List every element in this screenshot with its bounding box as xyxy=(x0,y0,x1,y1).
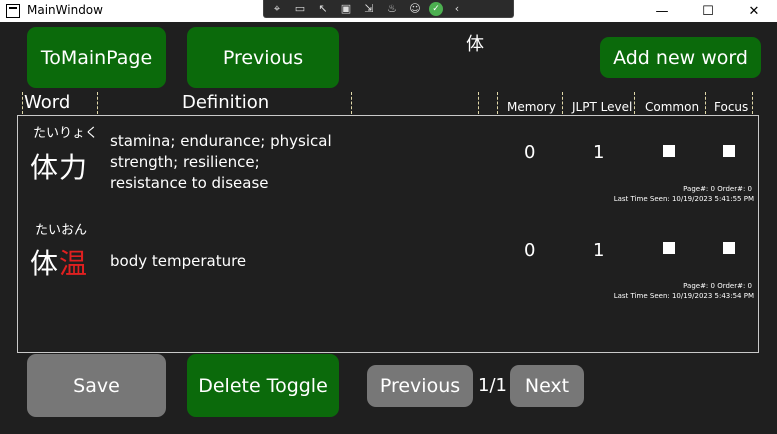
jlpt-level-value: 1 xyxy=(593,240,605,261)
word-reading: たいおん xyxy=(35,223,88,238)
record-icon[interactable]: ▭ xyxy=(291,2,309,16)
column-header-common: Common xyxy=(645,100,700,114)
column-splitter[interactable] xyxy=(705,92,706,114)
layout-adorner-icon[interactable]: ▣ xyxy=(337,2,355,16)
column-header-word: Word xyxy=(24,92,71,113)
delete-toggle-button[interactable]: Delete Toggle xyxy=(187,354,339,417)
maximize-button[interactable]: ☐ xyxy=(685,0,731,22)
common-checkbox[interactable] xyxy=(663,145,675,157)
close-button[interactable]: ✕ xyxy=(731,0,777,22)
current-kanji-title: 体 xyxy=(466,34,484,55)
collapse-icon[interactable]: ‹ xyxy=(448,2,466,16)
column-splitter[interactable] xyxy=(97,92,98,114)
previous-word-button[interactable]: Previous xyxy=(187,27,339,88)
save-button[interactable]: Save xyxy=(27,354,166,417)
to-main-page-button[interactable]: ToMainPage xyxy=(27,27,166,88)
focus-checkbox[interactable] xyxy=(723,242,735,254)
select-element-icon[interactable]: ⌖ xyxy=(268,2,286,16)
word-definition: stamina; endurance; physical strength; r… xyxy=(110,132,332,192)
next-page-button[interactable]: Next xyxy=(510,365,584,407)
memory-value: 0 xyxy=(524,240,536,261)
page-order-info: Page#: 0 Order#: 0 xyxy=(683,282,752,290)
word-definition: body temperature xyxy=(110,252,247,270)
column-splitter[interactable] xyxy=(497,92,498,114)
check-icon[interactable]: ✓ xyxy=(429,1,443,16)
column-header-definition: Definition xyxy=(182,92,270,113)
column-header-memory: Memory xyxy=(507,100,556,114)
column-header-jlpt: JLPT Level xyxy=(572,100,633,114)
window-title: MainWindow xyxy=(27,3,103,17)
app-icon xyxy=(6,4,20,18)
hot-reload-icon[interactable]: ♨ xyxy=(383,2,401,16)
column-splitter[interactable] xyxy=(634,92,635,114)
track-focus-icon[interactable]: ⇲ xyxy=(360,2,378,16)
column-splitter[interactable] xyxy=(22,92,23,114)
previous-page-button[interactable]: Previous xyxy=(367,365,473,407)
pointer-icon[interactable]: ↖ xyxy=(314,2,332,16)
debug-toolbar: ⌖ ▭ ↖ ▣ ⇲ ♨ ☺ ✓ ‹ xyxy=(263,0,514,18)
word-kanji: 体温 xyxy=(30,247,89,280)
page-order-info: Page#: 0 Order#: 0 xyxy=(683,185,752,193)
column-splitter[interactable] xyxy=(478,92,479,114)
focus-checkbox[interactable] xyxy=(723,145,735,157)
title-bar: MainWindow ⌖ ▭ ↖ ▣ ⇲ ♨ ☺ ✓ ‹ — ☐ ✕ xyxy=(0,0,777,22)
add-new-word-button[interactable]: Add new word xyxy=(600,37,761,78)
memory-value: 0 xyxy=(524,142,536,163)
common-checkbox[interactable] xyxy=(663,242,675,254)
minimize-button[interactable]: — xyxy=(639,0,685,22)
page-indicator: 1/1 xyxy=(478,375,507,396)
last-time-seen: Last Time Seen: 10/19/2023 5:41:55 PM xyxy=(613,195,754,203)
last-time-seen: Last Time Seen: 10/19/2023 5:43:54 PM xyxy=(613,292,754,300)
column-splitter[interactable] xyxy=(752,92,753,114)
word-kanji: 体力 xyxy=(30,151,89,184)
column-splitter[interactable] xyxy=(562,92,563,114)
column-splitter[interactable] xyxy=(351,92,352,114)
accessibility-icon[interactable]: ☺ xyxy=(406,2,424,16)
column-header-focus: Focus xyxy=(714,100,749,114)
word-reading: たいりょく xyxy=(33,126,99,141)
jlpt-level-value: 1 xyxy=(593,142,605,163)
